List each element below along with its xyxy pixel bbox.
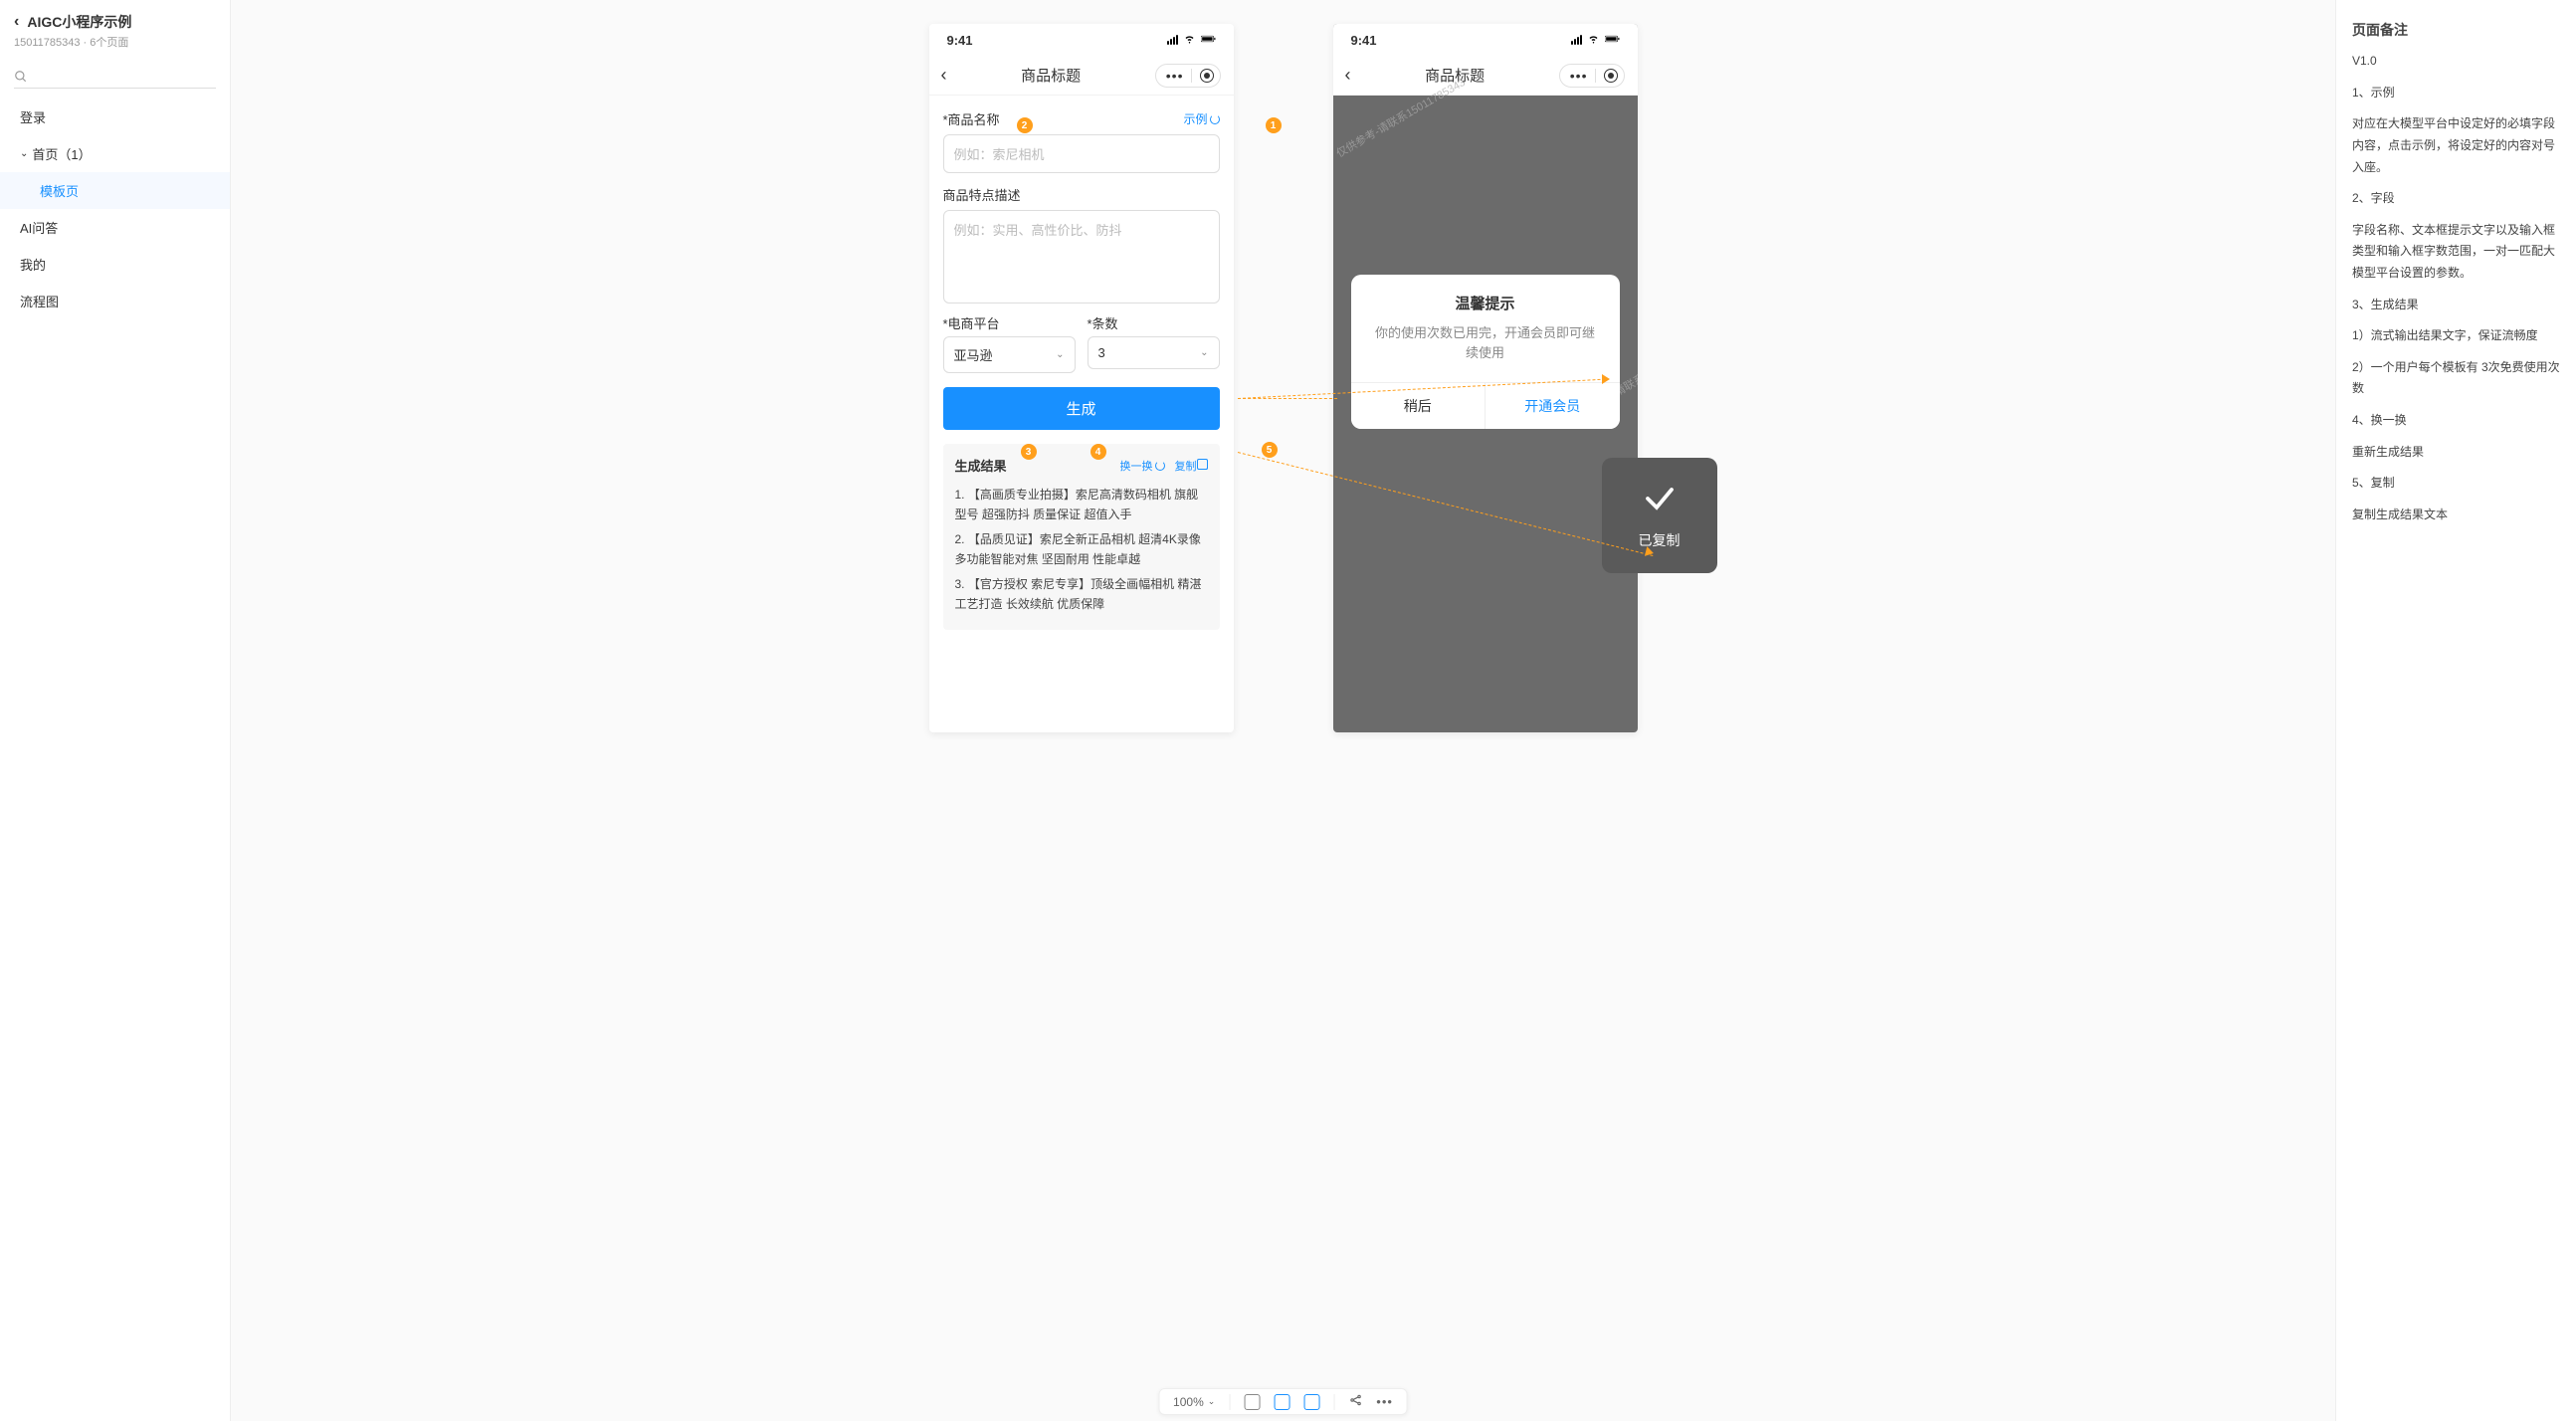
- nav-title: 商品标题: [1425, 65, 1485, 86]
- zoom-control[interactable]: 100%⌄: [1173, 1395, 1215, 1409]
- notes-line: 字段名称、文本框提示文字以及输入框类型和输入框字数范围，一对一匹配大模型平台设置…: [2352, 220, 2560, 285]
- refresh-icon: [1155, 461, 1165, 471]
- notes-line: 4、换一换: [2352, 410, 2560, 432]
- product-name-input[interactable]: 例如：索尼相机: [943, 134, 1220, 173]
- target-icon[interactable]: [1604, 69, 1618, 83]
- notes-title: 页面备注: [2352, 18, 2560, 43]
- nav-back-icon[interactable]: ‹: [941, 65, 947, 86]
- search-icon: [14, 70, 28, 84]
- device-icon-1[interactable]: [1244, 1394, 1260, 1410]
- battery-icon: [1605, 33, 1620, 48]
- copy-icon: [1199, 461, 1208, 470]
- copied-toast: 已复制: [1602, 458, 1717, 573]
- wifi-icon: [1586, 33, 1601, 48]
- annotation-badge-2: 2: [1017, 117, 1033, 133]
- result-body: 1. 【高画质专业拍摄】索尼高清数码相机 旗舰型号 超强防抖 质量保证 超值入手…: [955, 485, 1208, 614]
- notes-line: 1、示例: [2352, 83, 2560, 104]
- sidebar-item-template[interactable]: 模板页: [0, 172, 230, 209]
- shuffle-button[interactable]: 换一换: [1120, 458, 1165, 474]
- sidebar-item-mine[interactable]: 我的: [0, 246, 230, 283]
- device-icon-2[interactable]: [1274, 1394, 1289, 1410]
- refresh-icon: [1210, 114, 1220, 124]
- result-card: 生成结果 换一换 复制 1. 【高画质专业拍摄】索尼高清数码相机 旗舰型号 超强…: [943, 444, 1220, 630]
- check-icon: [1642, 481, 1678, 516]
- open-vip-button[interactable]: 开通会员: [1486, 383, 1620, 429]
- generate-button[interactable]: 生成: [943, 387, 1220, 430]
- later-button[interactable]: 稍后: [1351, 383, 1486, 429]
- more-icon[interactable]: •••: [1376, 1394, 1393, 1409]
- status-icons: [1167, 33, 1216, 48]
- nav-title: 商品标题: [1021, 65, 1081, 86]
- annotation-arrow: [1602, 374, 1610, 384]
- count-select[interactable]: 3⌄: [1088, 336, 1220, 369]
- status-icons: [1571, 33, 1620, 48]
- platform-select[interactable]: 亚马逊⌄: [943, 336, 1076, 373]
- device-icon-3[interactable]: [1303, 1394, 1319, 1410]
- chevron-down-icon: ⌄: [20, 148, 28, 159]
- notes-line: 3、生成结果: [2352, 295, 2560, 316]
- annotation-badge-3: 3: [1021, 444, 1037, 460]
- back-icon[interactable]: ‹: [14, 13, 19, 31]
- share-icon[interactable]: [1348, 1393, 1362, 1410]
- project-title: AIGC小程序示例: [27, 12, 131, 32]
- example-link[interactable]: 示例: [1183, 110, 1219, 127]
- phone-mockup-form: 9:41 ‹ 商品标题 •••: [929, 24, 1234, 732]
- modal-message: 你的使用次数已用完，开通会员即可继续使用: [1351, 319, 1620, 382]
- notes-line: 2）一个用户每个模板有 3次免费使用次数: [2352, 357, 2560, 400]
- nav-back-icon[interactable]: ‹: [1345, 65, 1351, 86]
- more-icon[interactable]: •••: [1162, 68, 1188, 84]
- chevron-down-icon: ⌄: [1056, 349, 1064, 360]
- sidebar-item-login[interactable]: 登录: [0, 99, 230, 135]
- count-label: *条数: [1088, 316, 1118, 331]
- chevron-down-icon: ⌄: [1200, 347, 1208, 358]
- annotation-badge-1: 1: [1266, 117, 1282, 133]
- notes-line: 1）流式输出结果文字，保证流畅度: [2352, 325, 2560, 347]
- desc-label: 商品特点描述: [943, 185, 1021, 204]
- more-icon[interactable]: •••: [1566, 68, 1592, 84]
- signal-icon: [1571, 35, 1582, 45]
- nav-capsule[interactable]: •••: [1155, 64, 1222, 88]
- battery-icon: [1201, 33, 1216, 48]
- usage-modal: 温馨提示 你的使用次数已用完，开通会员即可继续使用 稍后 开通会员: [1351, 275, 1620, 429]
- notes-line: 对应在大模型平台中设定好的必填字段内容，点击示例，将设定好的内容对号入座。: [2352, 113, 2560, 178]
- platform-label: *电商平台: [943, 316, 1000, 331]
- status-time: 9:41: [1351, 33, 1377, 48]
- sidebar-item-home[interactable]: ⌄ 首页（1）: [0, 135, 230, 172]
- bottom-toolbar: 100%⌄ •••: [1158, 1388, 1408, 1415]
- nav-capsule[interactable]: •••: [1559, 64, 1626, 88]
- result-title: 生成结果: [955, 456, 1007, 475]
- notes-line: 5、复制: [2352, 473, 2560, 495]
- phone-mockup-modal: 仅供参考-请联系15011785343 仅供参考-请联系15011785343 …: [1333, 24, 1638, 732]
- copy-button[interactable]: 复制: [1175, 458, 1208, 474]
- search-input[interactable]: [14, 66, 216, 89]
- signal-icon: [1167, 35, 1178, 45]
- canvas: 1 2 3 4 5 9:41: [231, 0, 2335, 1421]
- wifi-icon: [1182, 33, 1197, 48]
- sidebar-item-flowchart[interactable]: 流程图: [0, 283, 230, 319]
- annotation-badge-4: 4: [1090, 444, 1106, 460]
- name-label: *商品名称: [943, 109, 1000, 128]
- product-desc-input[interactable]: 例如：实用、高性价比、防抖: [943, 210, 1220, 304]
- notes-line: 复制生成结果文本: [2352, 505, 2560, 526]
- project-subtitle: 15011785343 · 6个页面: [14, 34, 216, 50]
- notes-line: 重新生成结果: [2352, 442, 2560, 464]
- annotation-arrow: [1644, 546, 1654, 558]
- modal-title: 温馨提示: [1351, 275, 1620, 319]
- left-sidebar: ‹ AIGC小程序示例 15011785343 · 6个页面 登录 ⌄ 首页（1…: [0, 0, 231, 1421]
- target-icon[interactable]: [1200, 69, 1214, 83]
- notes-version: V1.0: [2352, 51, 2560, 73]
- sidebar-item-aiqna[interactable]: AI问答: [0, 209, 230, 246]
- status-time: 9:41: [947, 33, 973, 48]
- notes-panel: 页面备注 V1.0 1、示例 对应在大模型平台中设定好的必填字段内容，点击示例，…: [2335, 0, 2576, 1421]
- notes-line: 2、字段: [2352, 188, 2560, 210]
- annotation-badge-5: 5: [1262, 442, 1278, 458]
